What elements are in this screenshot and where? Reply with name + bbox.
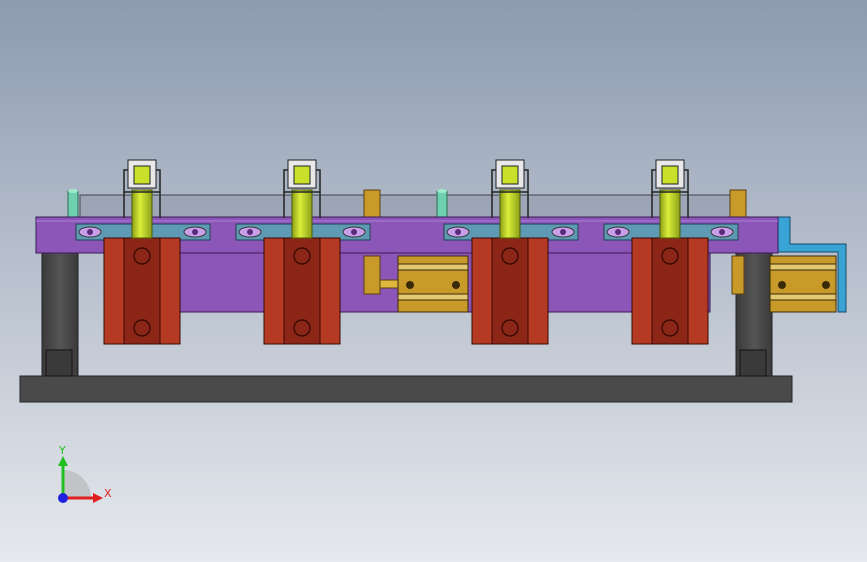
back-plate [79, 194, 741, 218]
x-axis-label: X [104, 487, 112, 500]
stopper-block-2 [729, 189, 747, 218]
model-canvas[interactable]: Y X [0, 0, 867, 562]
cad-viewport[interactable]: Y X [0, 0, 867, 562]
stopper-block-1 [363, 189, 381, 218]
leg-left [41, 251, 79, 377]
base-plate [19, 375, 793, 403]
guide-pin-middle [436, 189, 448, 218]
z-axis-dot [58, 493, 68, 503]
y-axis-label: Y [58, 444, 66, 457]
guide-pin-left [67, 189, 79, 218]
